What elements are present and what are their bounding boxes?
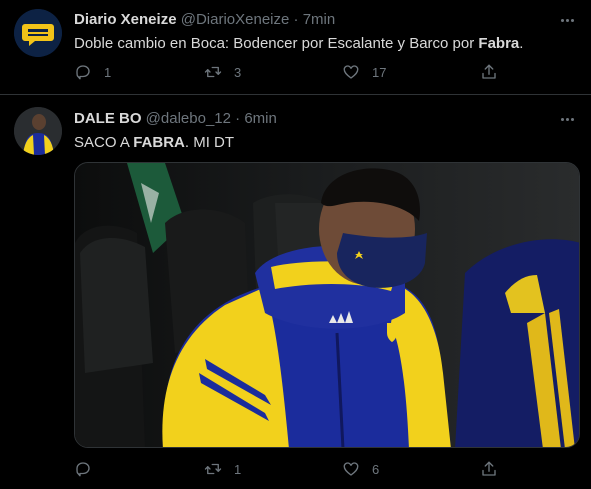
more-horizontal-icon — [560, 117, 574, 121]
heart-icon — [343, 462, 359, 476]
retweet-icon — [204, 66, 222, 78]
tweet-text-end: . — [519, 35, 524, 52]
more-options-button[interactable] — [557, 109, 577, 129]
tweet-header: DALE BO @dalebo_12 · 6min — [74, 110, 277, 127]
like-count: 17 — [372, 64, 387, 80]
share-upload-icon — [482, 461, 496, 476]
photo-coach-on-bench — [75, 163, 579, 447]
tweet-header: Diario Xeneize @DiarioXeneize · 7min — [74, 11, 335, 28]
display-name[interactable]: DALE BO — [74, 110, 142, 127]
separator-dot: · — [293, 11, 299, 28]
tweet-actions: 1 6 — [74, 460, 504, 480]
tweet-text-bold: FABRA — [133, 134, 185, 151]
retweet-icon — [204, 463, 222, 475]
tweet-actions: 1 3 17 — [74, 63, 504, 83]
avatar[interactable] — [14, 9, 62, 57]
tweet-text-start: SACO A — [74, 134, 134, 151]
chat-bubble-logo-icon — [14, 9, 62, 57]
tweet-text-bold: Fabra — [478, 35, 520, 52]
retweet-button[interactable]: 1 — [204, 460, 241, 478]
retweet-count: 1 — [234, 461, 242, 477]
more-options-button[interactable] — [557, 10, 577, 30]
retweet-button[interactable]: 3 — [204, 63, 241, 81]
tweet-text: SACO A FABRA. MI DT — [74, 134, 234, 151]
avatar[interactable] — [14, 107, 62, 155]
tweet-photo[interactable] — [74, 162, 580, 448]
user-handle[interactable]: @DiarioXeneize — [181, 11, 290, 28]
display-name[interactable]: Diario Xeneize — [74, 11, 177, 28]
like-button[interactable]: 6 — [342, 460, 379, 478]
tweet-text-end: . MI DT — [184, 134, 235, 151]
separator-dot: · — [235, 110, 241, 127]
profile-photo-icon — [14, 107, 62, 155]
like-count: 6 — [372, 461, 380, 477]
reply-count: 1 — [104, 64, 112, 80]
retweet-count: 3 — [234, 64, 242, 80]
like-button[interactable]: 17 — [342, 63, 386, 81]
timestamp[interactable]: 6min — [244, 110, 277, 127]
share-button[interactable] — [480, 460, 498, 478]
reply-button[interactable]: 1 — [74, 63, 111, 81]
more-horizontal-icon — [560, 18, 574, 22]
share-upload-icon — [482, 64, 496, 79]
timestamp[interactable]: 7min — [303, 11, 336, 28]
user-handle[interactable]: @dalebo_12 — [146, 110, 231, 127]
tweet-text: Doble cambio en Boca: Bodencer por Escal… — [74, 35, 523, 52]
reply-bubble-icon — [76, 65, 90, 80]
tweet-text-start: Doble cambio en Boca: Bodencer por Escal… — [74, 35, 479, 52]
reply-button[interactable] — [74, 460, 104, 478]
tweet-diario-xeneize[interactable]: Diario Xeneize @DiarioXeneize · 7min Dob… — [0, 0, 591, 95]
reply-bubble-icon — [76, 462, 90, 477]
heart-icon — [343, 65, 359, 79]
tweet-dale-bo[interactable]: DALE BO @dalebo_12 · 6min SACO A FABRA. … — [0, 95, 591, 489]
share-button[interactable] — [480, 63, 498, 81]
